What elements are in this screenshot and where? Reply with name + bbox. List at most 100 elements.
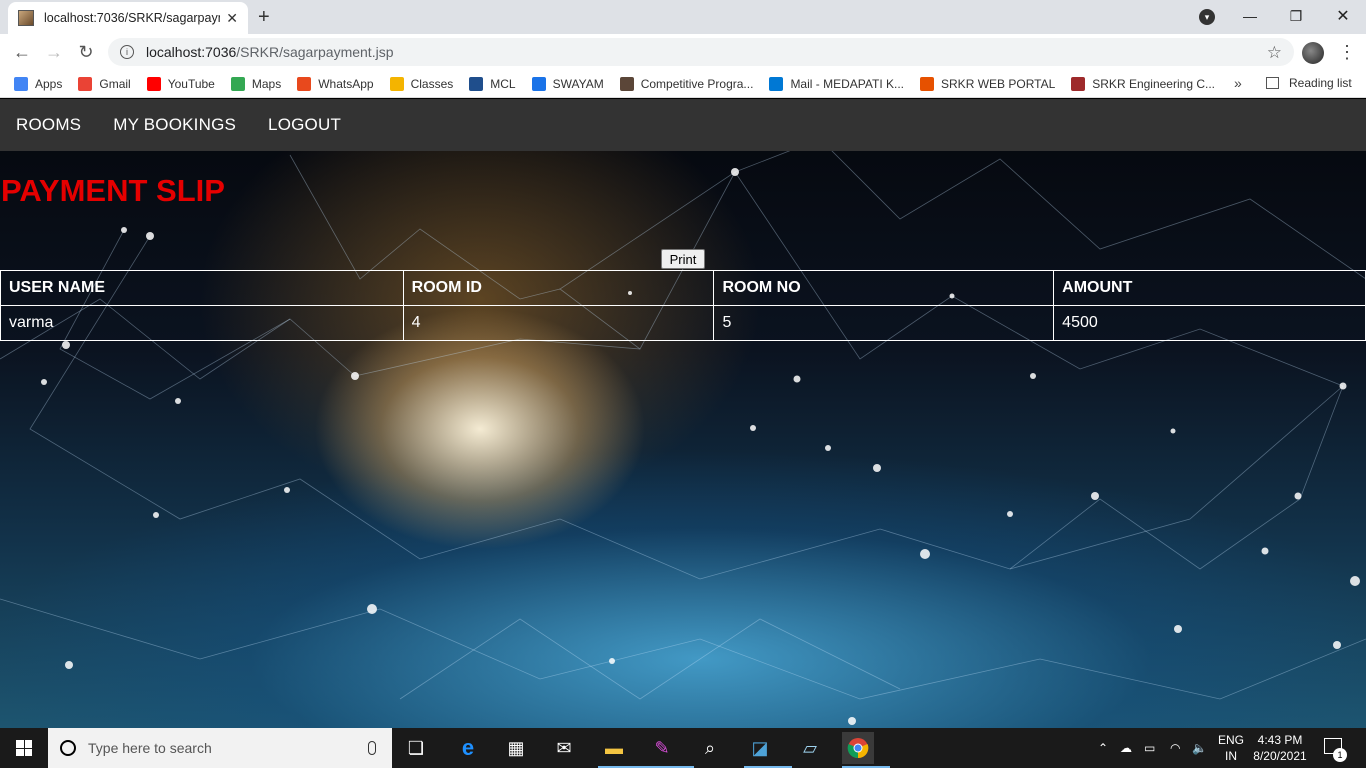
classroom-icon [389, 76, 404, 91]
gmail-icon [78, 76, 93, 91]
tab-title: localhost:7036/SRKR/sagarpayment.jsp [44, 11, 220, 25]
file-explorer-icon[interactable]: ▬ [598, 732, 646, 768]
language-indicator[interactable]: ENG IN [1218, 732, 1244, 764]
bookmark-label: MCL [490, 76, 516, 91]
reading-list-button[interactable]: Reading list [1266, 76, 1352, 90]
bookmark-item[interactable]: MCL [469, 76, 516, 91]
notification-count-badge: 1 [1333, 748, 1347, 762]
browser-menu-icon[interactable]: ⋮ [1338, 42, 1356, 63]
header-room-no: ROOM NO [713, 270, 1055, 306]
bookmark-item[interactable]: Competitive Progra... [619, 76, 754, 91]
wifi-icon[interactable]: ◠ [1170, 728, 1180, 768]
windows-logo-icon [16, 740, 32, 756]
show-hidden-icons[interactable]: ⌃ [1098, 728, 1108, 768]
payment-slip-table: USER NAME ROOM ID ROOM NO AMOUNT varma 4… [0, 270, 1366, 341]
bookmark-item[interactable]: Gmail [78, 76, 131, 91]
bookmark-item[interactable]: Maps [230, 76, 282, 91]
page-favicon-icon [18, 10, 34, 26]
page-title: PAYMENT SLIP [1, 173, 225, 208]
reload-icon[interactable]: ↻ [74, 40, 98, 64]
more-bookmarks-icon[interactable]: » [1234, 75, 1242, 91]
browser-tab[interactable]: localhost:7036/SRKR/sagarpayment.jsp ✕ [8, 2, 248, 34]
tab-search-icon[interactable]: ▾ [1199, 9, 1215, 25]
microphone-icon[interactable] [368, 741, 376, 755]
site-navbar: ROOMS MY BOOKINGS LOGOUT [0, 99, 1366, 151]
forward-icon[interactable]: → [42, 40, 66, 64]
swayam-icon [531, 76, 546, 91]
edge-icon[interactable]: e [452, 732, 484, 764]
page-content: ROOMS MY BOOKINGS LOGOUT PAYMENT SLIP Pr… [0, 99, 1366, 728]
mail-icon[interactable]: ✉ [548, 732, 580, 764]
bookmark-label: Mail - MEDAPATI K... [790, 76, 905, 91]
bookmark-item[interactable]: SRKR Engineering C... [1071, 76, 1215, 91]
chrome-icon[interactable] [842, 732, 890, 768]
bookmark-label: Gmail [99, 76, 131, 91]
address-bar[interactable]: i localhost:7036/SRKR/sagarpayment.jsp ☆ [108, 38, 1294, 66]
tab-close-icon[interactable]: ✕ [226, 10, 238, 27]
apps-grid-icon [14, 76, 28, 91]
header-amount: AMOUNT [1053, 270, 1366, 306]
minimize-icon[interactable]: — [1228, 0, 1272, 32]
site-info-icon[interactable]: i [120, 45, 134, 59]
header-user-name: USER NAME [0, 270, 404, 306]
bookmark-item[interactable]: SRKR WEB PORTAL [920, 76, 1056, 91]
bookmark-label: Competitive Progra... [640, 76, 754, 91]
print-button[interactable]: Print [661, 249, 705, 269]
cell-room-id: 4 [402, 305, 715, 341]
cell-amount: 4500 [1053, 305, 1366, 341]
bookmark-label: SWAYAM [552, 76, 604, 91]
bookmark-label: SRKR Engineering C... [1092, 76, 1215, 91]
nav-rooms-link[interactable]: ROOMS [16, 115, 81, 135]
reading-list-label: Reading list [1289, 76, 1352, 90]
bookmark-item[interactable]: Mail - MEDAPATI K... [769, 76, 905, 91]
reading-list-icon [1266, 77, 1279, 89]
tab-strip: localhost:7036/SRKR/sagarpayment.jsp ✕ +… [0, 0, 1366, 34]
header-room-id: ROOM ID [402, 270, 715, 306]
bookmark-star-icon[interactable]: ☆ [1267, 43, 1282, 63]
profile-avatar[interactable] [1302, 42, 1324, 64]
start-button[interactable] [0, 728, 48, 768]
bookmark-label: Classes [410, 76, 454, 91]
bookmark-item[interactable]: Classes [389, 76, 454, 91]
back-icon[interactable]: ← [10, 40, 34, 64]
notepad-app-icon[interactable]: ▱ [794, 732, 826, 764]
magnifier-app-icon[interactable]: ⌕ [694, 732, 726, 764]
onedrive-icon[interactable]: ☁ [1120, 728, 1132, 768]
outlook-icon [769, 76, 784, 91]
search-placeholder: Type here to search [88, 740, 212, 756]
nav-logout-link[interactable]: LOGOUT [268, 115, 341, 135]
bookmark-item[interactable]: WhatsApp [297, 76, 374, 91]
window-close-icon[interactable]: ✕ [1320, 0, 1366, 32]
task-view-icon[interactable]: ❏ [400, 732, 432, 764]
table-header-row: USER NAME ROOM ID ROOM NO AMOUNT [0, 270, 1366, 306]
bookmark-label: SRKR WEB PORTAL [941, 76, 1056, 91]
cell-room-no: 5 [713, 305, 1055, 341]
volume-icon[interactable]: 🔈 [1192, 728, 1207, 768]
mysql-workbench-icon[interactable]: ◪ [744, 732, 792, 768]
bookmark-item[interactable]: SWAYAM [531, 76, 604, 91]
bookmark-label: WhatsApp [318, 76, 374, 91]
nav-my-bookings-link[interactable]: MY BOOKINGS [113, 115, 236, 135]
bookmark-label: YouTube [167, 76, 215, 91]
taskbar-search-box[interactable]: Type here to search [48, 728, 392, 768]
paint-app-icon[interactable]: ✎ [646, 732, 694, 768]
table-row: varma 4 5 4500 [0, 305, 1366, 341]
battery-icon[interactable]: ▭ [1144, 728, 1155, 768]
cortana-icon [60, 740, 76, 756]
chrome-logo [847, 738, 869, 759]
mcl-icon [469, 76, 484, 91]
browser-toolbar: ← → ↻ i localhost:7036/SRKR/sagarpayment… [0, 34, 1366, 70]
bookmark-label: Apps [35, 76, 63, 91]
windows-taskbar: Type here to search ❏ e ▦ ✉ ▬ ✎ ⌕ ◪ ▱ ⌃ … [0, 728, 1366, 768]
youtube-icon [146, 76, 161, 91]
bookmark-item[interactable]: Apps [14, 76, 63, 91]
bookmark-label: Maps [251, 76, 282, 91]
taskbar-clock[interactable]: 4:43 PM 8/20/2021 [1252, 732, 1308, 764]
new-tab-button[interactable]: + [258, 6, 270, 29]
srkr-college-icon [1071, 76, 1086, 91]
restore-icon[interactable]: ❐ [1274, 0, 1318, 32]
store-icon[interactable]: ▦ [500, 732, 532, 764]
bookmark-item[interactable]: YouTube [146, 76, 215, 91]
maps-pin-icon [230, 76, 245, 91]
whatsapp-icon [297, 76, 312, 91]
